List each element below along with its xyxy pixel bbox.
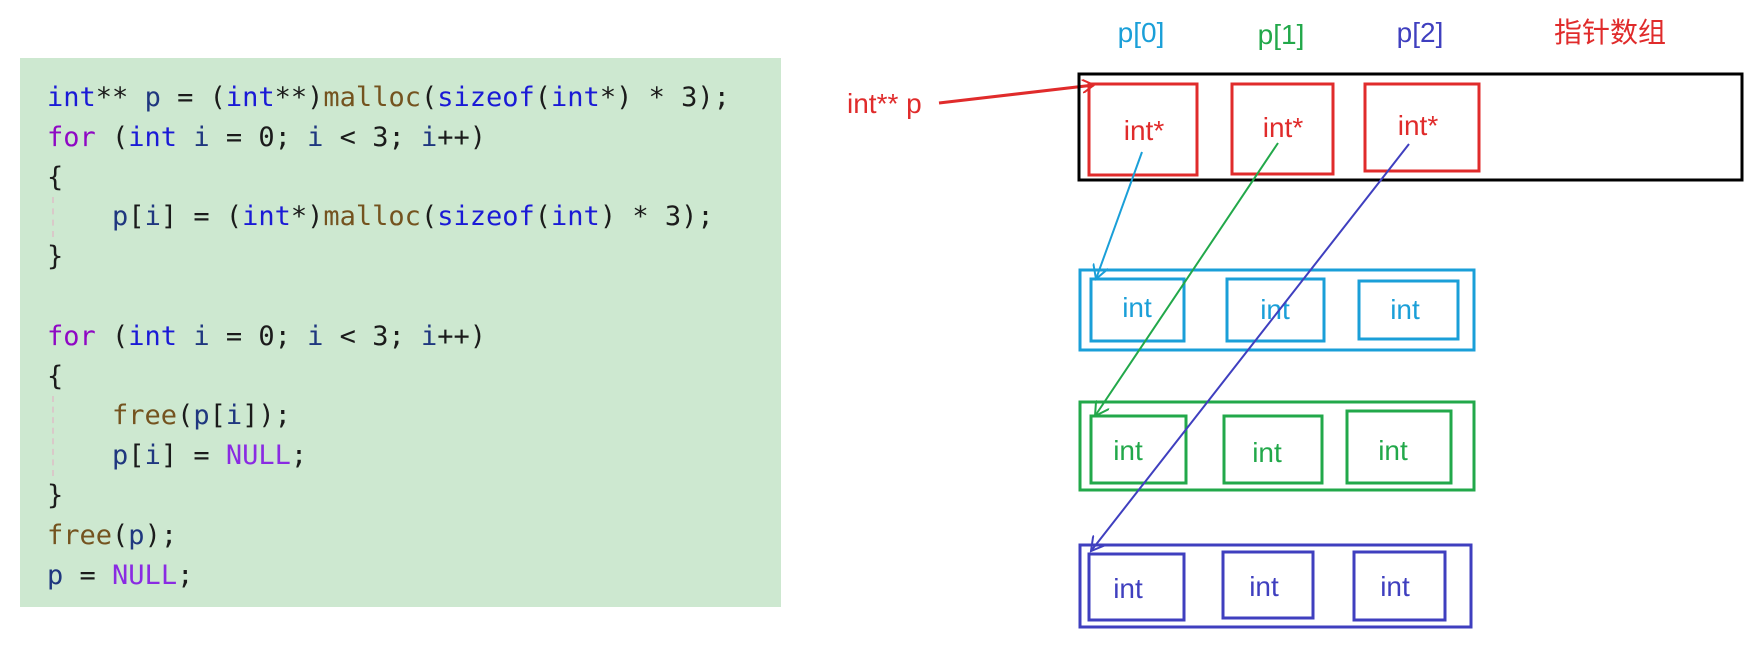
pointer-cell-0: int* bbox=[1087, 82, 1199, 177]
pointer-cell-label: int* bbox=[1398, 110, 1439, 141]
int-cell-label: int bbox=[1113, 573, 1143, 604]
int-cell-label: int bbox=[1380, 571, 1410, 602]
int-array-p0: int int int bbox=[1078, 268, 1476, 352]
int-cell-label: int bbox=[1249, 571, 1279, 602]
pointer-label: int** p bbox=[847, 88, 922, 119]
int-cell-label: int bbox=[1252, 437, 1282, 468]
index-label-p0: p[0] bbox=[1118, 17, 1165, 48]
int-cell-label: int bbox=[1113, 435, 1143, 466]
pointer-arrow bbox=[938, 85, 1094, 105]
diagram-title: 指针数组 bbox=[1554, 17, 1666, 48]
int-cell-label: int bbox=[1260, 294, 1290, 325]
pointer-array-diagram: p[0] p[1] p[2] 指针数组 int** p int* int* in… bbox=[847, 17, 1744, 629]
pointer-cell-2: int* bbox=[1363, 82, 1481, 173]
int-array-p1: int int int bbox=[1078, 400, 1476, 492]
index-label-p1: p[1] bbox=[1258, 19, 1305, 50]
int-cell-label: int bbox=[1390, 294, 1420, 325]
int-array-p2: int int int bbox=[1078, 543, 1473, 629]
pointer-cell-1: int* bbox=[1230, 82, 1335, 176]
pointer-cell-label: int* bbox=[1263, 112, 1304, 143]
p0-arrow bbox=[1096, 151, 1143, 279]
int-cell-label: int bbox=[1378, 435, 1408, 466]
pointer-cell-label: int* bbox=[1124, 115, 1165, 146]
index-label-p2: p[2] bbox=[1397, 17, 1444, 48]
int-cell-label: int bbox=[1122, 292, 1152, 323]
